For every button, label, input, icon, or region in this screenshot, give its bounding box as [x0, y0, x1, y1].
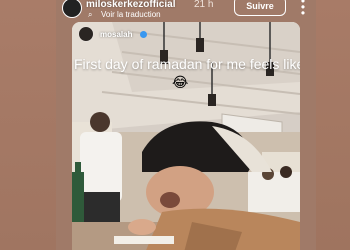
right-backdrop	[316, 0, 350, 250]
story-timestamp: 21 h	[194, 0, 214, 10]
avatar[interactable]	[78, 26, 94, 42]
verified-badge-icon	[140, 30, 148, 38]
laughing-emoji: 😂	[172, 74, 189, 90]
translate-icon: ⌕	[88, 10, 93, 19]
repost-username[interactable]: mosalah	[100, 30, 132, 39]
more-options-icon[interactable]: • • •	[299, 0, 307, 19]
story-username[interactable]: miloskerkezofficial	[86, 0, 175, 10]
translate-label[interactable]: Voir la traduction	[101, 10, 161, 19]
follow-button[interactable]: Suivre	[234, 0, 286, 16]
post-caption: First day of ramadan for me feels like	[74, 56, 300, 72]
reposted-post-card[interactable]: mosalah First day of ramadan for me feel…	[72, 22, 300, 250]
repost-header[interactable]: mosalah	[78, 26, 148, 42]
left-backdrop	[0, 0, 56, 250]
translate-link[interactable]: ⌕ Voir la traduction	[88, 10, 161, 19]
avatar[interactable]	[62, 0, 82, 18]
story-viewer[interactable]: mosalah First day of ramadan for me feel…	[56, 0, 316, 250]
